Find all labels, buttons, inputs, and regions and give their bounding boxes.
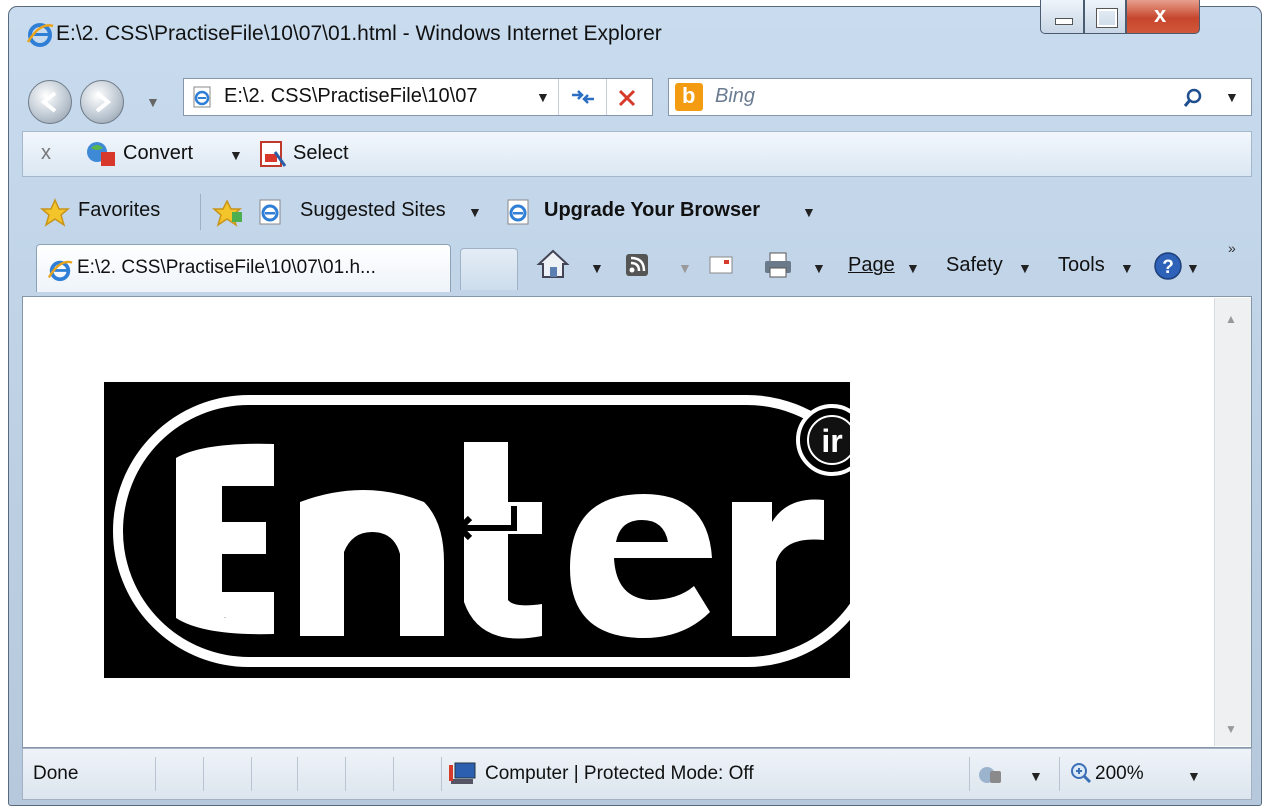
convert-button[interactable]: Convert	[123, 142, 193, 165]
minimize-button[interactable]	[1040, 0, 1084, 34]
home-icon[interactable]	[536, 248, 570, 280]
page-dropdown[interactable]: ▼	[906, 260, 920, 276]
tab-current[interactable]: E:\2. CSS\PractiseFile\10\07\01.h...	[36, 244, 451, 292]
safety-dropdown[interactable]: ▼	[1018, 260, 1032, 276]
search-box[interactable]: b Bing ▼	[668, 78, 1252, 116]
ie-logo-icon	[26, 23, 54, 47]
computer-icon	[449, 762, 476, 784]
safety-menu[interactable]: Safety	[946, 254, 1003, 277]
window-title: E:\2. CSS\PractiseFile\10\07\01.html - W…	[56, 22, 662, 45]
toolbar-overflow-chevron-icon[interactable]: »	[1228, 240, 1236, 256]
home-dropdown[interactable]: ▼	[590, 260, 604, 276]
zoom-icon[interactable]	[1069, 761, 1093, 785]
tab-label: E:\2. CSS\PractiseFile\10\07\01.h...	[77, 257, 376, 278]
convert-icon	[87, 142, 115, 166]
close-window-button[interactable]: x	[1126, 0, 1200, 34]
favorites-star-icon	[40, 198, 70, 227]
new-tab-button[interactable]	[460, 248, 518, 290]
mail-icon[interactable]	[708, 254, 734, 276]
protected-mode-icon[interactable]	[977, 761, 1005, 787]
forward-button[interactable]	[80, 80, 124, 124]
security-zone-text[interactable]: Computer | Protected Mode: Off	[485, 763, 754, 785]
favorites-button[interactable]: Favorites	[78, 199, 160, 222]
tab-row: E:\2. CSS\PractiseFile\10\07\01.h... ▼ ▼…	[22, 238, 1252, 296]
zoom-dropdown[interactable]: ▼	[1187, 768, 1201, 784]
refresh-icon[interactable]	[568, 87, 598, 107]
close-toolbar-icon[interactable]: x	[41, 142, 51, 165]
suggested-sites-button[interactable]: Suggested Sites	[300, 199, 446, 222]
maximize-button[interactable]	[1084, 0, 1126, 34]
enter-logo-image: ir Enter	[104, 382, 850, 678]
upgrade-browser-dropdown[interactable]: ▼	[802, 204, 816, 220]
scroll-down-icon[interactable]: ▼	[1225, 722, 1237, 736]
command-bar: x Convert ▼ Select	[22, 131, 1252, 177]
svg-text:ir: ir	[821, 423, 842, 459]
back-icon	[40, 91, 57, 113]
vertical-scrollbar[interactable]: ▲ ▼	[1214, 298, 1251, 746]
svg-text:?: ?	[1162, 257, 1174, 278]
back-button[interactable]	[28, 80, 72, 124]
tools-menu[interactable]: Tools	[1058, 254, 1105, 277]
address-dropdown[interactable]: ▼	[536, 89, 550, 105]
upgrade-browser-icon	[507, 199, 529, 225]
stop-icon[interactable]	[616, 87, 638, 109]
close-icon: x	[1154, 2, 1167, 27]
address-url[interactable]: E:\2. CSS\PractiseFile\10\07	[224, 85, 477, 108]
select-button[interactable]: Select	[293, 142, 349, 165]
suggested-sites-icon	[259, 199, 281, 225]
print-icon[interactable]	[762, 250, 794, 280]
page-menu[interactable]: Page	[848, 254, 895, 277]
search-options-dropdown[interactable]: ▼	[1225, 89, 1239, 105]
convert-dropdown[interactable]: ▼	[229, 147, 243, 163]
feeds-dropdown[interactable]: ▼	[678, 260, 692, 276]
status-text: Done	[33, 763, 79, 784]
feeds-icon[interactable]	[624, 252, 650, 278]
help-icon[interactable]: ?	[1152, 250, 1184, 282]
add-favorite-icon[interactable]	[212, 198, 244, 228]
tools-dropdown[interactable]: ▼	[1120, 260, 1134, 276]
status-bar: Done Computer | Protected Mode: Off ▼ 20…	[22, 748, 1252, 800]
search-icon[interactable]	[1181, 86, 1205, 110]
forward-icon	[95, 91, 112, 113]
upgrade-browser-button[interactable]: Upgrade Your Browser	[544, 199, 760, 222]
protected-mode-dropdown[interactable]: ▼	[1029, 768, 1043, 784]
search-input[interactable]: Bing	[715, 85, 755, 108]
favorites-bar: Favorites Suggested Sites ▼ Upgrade Your…	[22, 184, 1252, 238]
pdf-select-icon	[260, 141, 287, 167]
suggested-sites-dropdown[interactable]: ▼	[468, 204, 482, 220]
tab-ie-icon	[47, 260, 73, 282]
help-dropdown[interactable]: ▼	[1186, 260, 1200, 276]
recent-pages-dropdown[interactable]: ▼	[146, 94, 160, 110]
bing-icon: b	[675, 83, 703, 111]
scroll-up-icon[interactable]: ▲	[1225, 312, 1237, 326]
address-bar[interactable]: E:\2. CSS\PractiseFile\10\07 ▼	[183, 78, 653, 116]
page-icon	[193, 86, 211, 108]
zoom-level[interactable]: 200%	[1095, 763, 1144, 785]
print-dropdown[interactable]: ▼	[812, 260, 826, 276]
